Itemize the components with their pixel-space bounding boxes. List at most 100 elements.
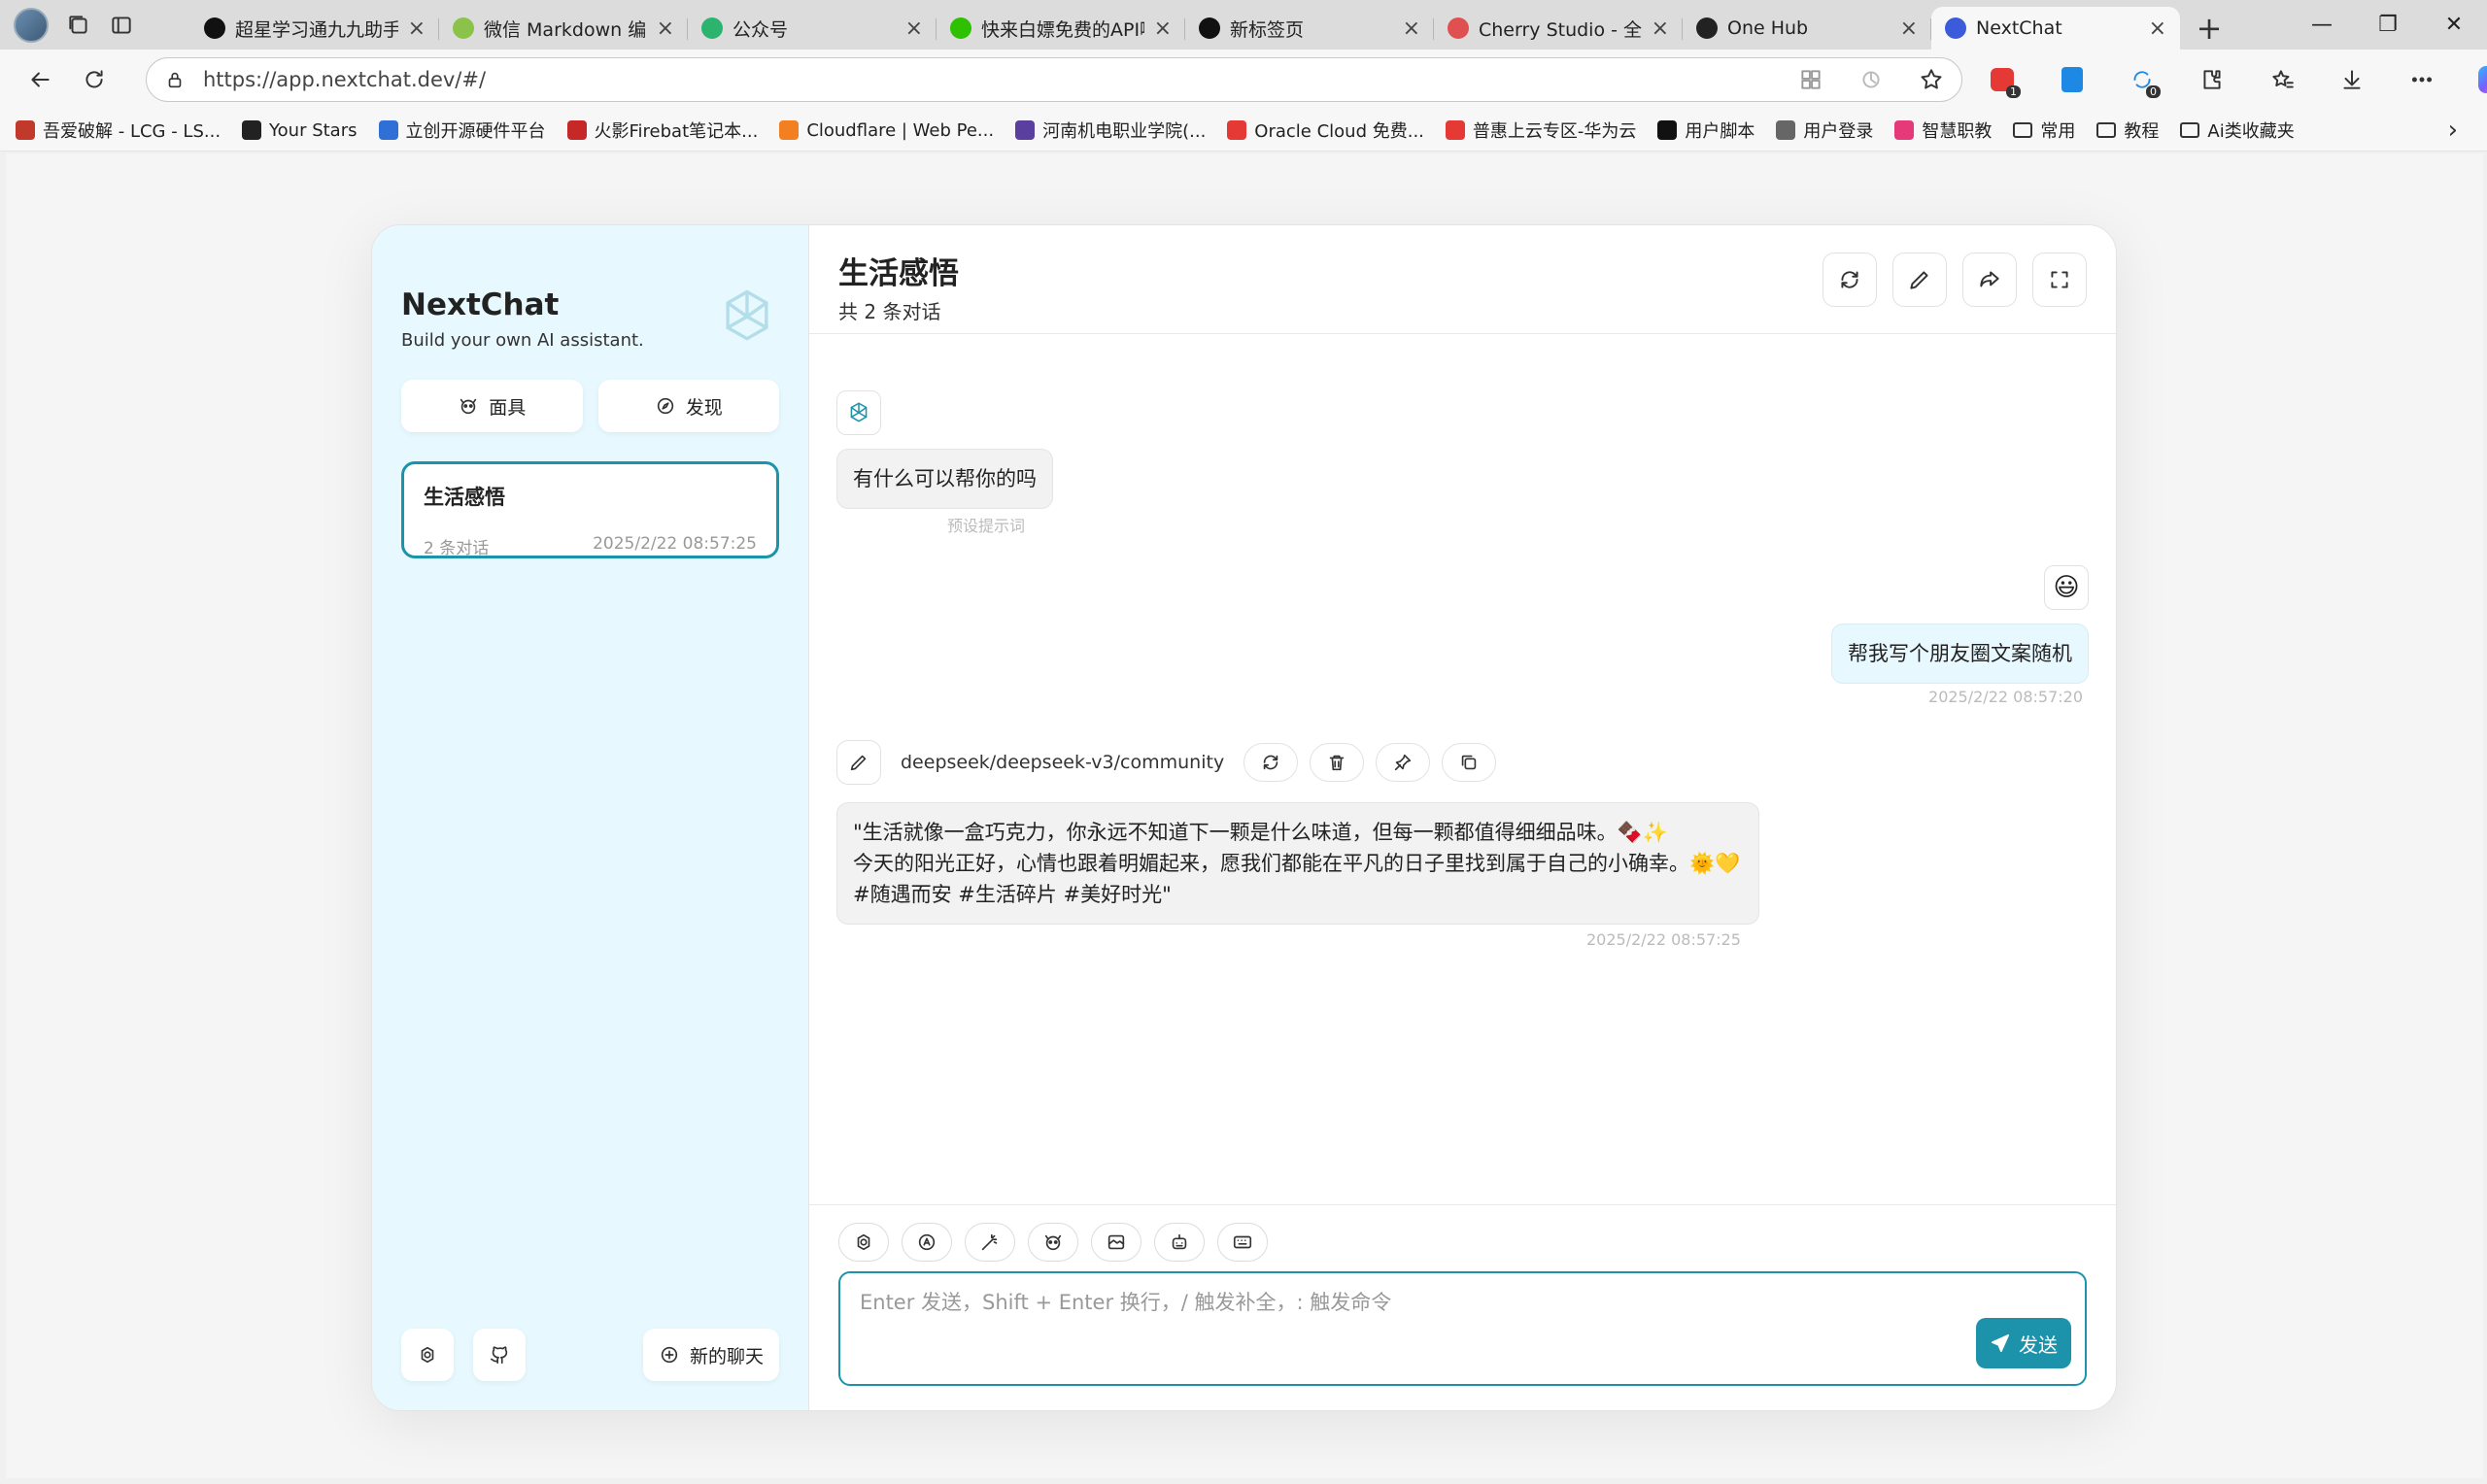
- chat-settings-button[interactable]: [838, 1223, 889, 1262]
- bookmark-label: 立创开源硬件平台: [405, 121, 546, 142]
- chat-item-count: 2 条对话: [424, 539, 490, 558]
- new-chat-button[interactable]: 新的聊天: [642, 1329, 779, 1381]
- tab-close-icon[interactable]: ×: [2149, 17, 2166, 41]
- bookmark-item[interactable]: 常用: [2013, 118, 2075, 143]
- pin-button[interactable]: [1376, 743, 1431, 782]
- bookmark-item[interactable]: Your Stars: [242, 119, 358, 141]
- close-window-button[interactable]: ✕: [2421, 0, 2487, 50]
- favorite-star-icon[interactable]: [1919, 67, 1944, 92]
- vertical-tabs-icon[interactable]: [109, 13, 134, 38]
- settings-gear-icon: [857, 1233, 870, 1251]
- trash-icon: [1329, 755, 1345, 771]
- bookmark-item[interactable]: 用户脚本: [1657, 118, 1755, 143]
- shortcut-button[interactable]: [1217, 1223, 1268, 1262]
- browser-tab[interactable]: 超星学习通九九助手 ×: [190, 7, 439, 50]
- browser-toolbar: https://app.nextchat.dev/#/ 1 0: [0, 50, 2487, 110]
- bookmark-item[interactable]: 立创开源硬件平台: [378, 118, 546, 143]
- minimize-button[interactable]: —: [2289, 0, 2355, 50]
- model-select-button[interactable]: [1154, 1223, 1205, 1262]
- github-button[interactable]: [473, 1329, 526, 1381]
- bookmark-item[interactable]: 普惠上云专区-华为云: [1445, 118, 1636, 143]
- browser-tab[interactable]: 快来白嫖免费的API啊 ×: [937, 7, 1185, 50]
- settings-more-icon[interactable]: [2402, 59, 2442, 100]
- reload-button[interactable]: [70, 55, 119, 104]
- chat-list-item[interactable]: 生活感悟 2 条对话 2025/2/22 08:57:25: [401, 461, 779, 558]
- extension-red-icon[interactable]: 1: [1982, 59, 2023, 100]
- message-list: 有什么可以帮你的吗 预设提示词 😃 帮我写个朋友圈文案随机 2025/2/22 …: [809, 334, 2116, 1208]
- copy-button[interactable]: [1442, 743, 1497, 782]
- prompt-button[interactable]: [965, 1223, 1015, 1262]
- retry-button[interactable]: [1244, 743, 1299, 782]
- robot-icon: [1172, 1233, 1187, 1250]
- back-button[interactable]: [16, 55, 64, 104]
- bookmark-label: Your Stars: [269, 119, 358, 141]
- bookmark-label: Cloudflare | Web Pe...: [806, 119, 995, 141]
- favorites-icon[interactable]: [2262, 59, 2302, 100]
- profile-avatar[interactable]: [14, 7, 49, 43]
- bookmark-item[interactable]: Oracle Cloud 免费...: [1227, 118, 1424, 143]
- browser-tab[interactable]: One Hub ×: [1683, 7, 1931, 50]
- folder-icon: [2013, 122, 2033, 138]
- browser-tab[interactable]: 新标签页 ×: [1185, 7, 1434, 50]
- browser-tab[interactable]: 公众号 ×: [688, 7, 937, 50]
- tab-close-icon[interactable]: ×: [408, 17, 426, 41]
- bookmark-favicon-icon: [16, 120, 35, 140]
- url-text: https://app.nextchat.dev/#/: [203, 68, 487, 91]
- folder-icon: [2096, 122, 2117, 138]
- tab-close-icon[interactable]: ×: [905, 17, 923, 41]
- browser-tab[interactable]: 微信 Markdown 编辑 ×: [439, 7, 688, 50]
- fullscreen-button[interactable]: [2032, 253, 2087, 307]
- extensions-puzzle-icon[interactable]: [2192, 59, 2232, 100]
- edit-chat-button[interactable]: [1892, 253, 1947, 307]
- share-button[interactable]: [1962, 253, 2017, 307]
- bookmark-item[interactable]: Cloudflare | Web Pe...: [779, 120, 994, 141]
- bookmark-item[interactable]: 吾爱破解 - LCG - LS...: [16, 118, 221, 143]
- tab-close-icon[interactable]: ×: [657, 17, 674, 41]
- extension-sync-icon[interactable]: 0: [2122, 59, 2163, 100]
- downloads-icon[interactable]: [2332, 59, 2372, 100]
- workspaces-icon[interactable]: [66, 13, 91, 38]
- bookmark-item[interactable]: 河南机电职业学院(...: [1015, 118, 1206, 143]
- clear-context-button[interactable]: [1091, 1223, 1141, 1262]
- browser-tab[interactable]: Cherry Studio - 全能 ×: [1434, 7, 1683, 50]
- tab-close-icon[interactable]: ×: [1900, 17, 1918, 41]
- tab-close-icon[interactable]: ×: [1652, 17, 1669, 41]
- read-aloud-icon[interactable]: [1858, 67, 1884, 92]
- extensions-row: 1 0: [1982, 57, 2487, 102]
- edit-message-button[interactable]: [836, 740, 881, 785]
- openai-logo-icon: [726, 289, 768, 341]
- bookmark-item[interactable]: 教程: [2096, 118, 2159, 143]
- send-button[interactable]: 发送: [1976, 1318, 2071, 1368]
- maximize-icon: [2051, 271, 2068, 288]
- bookmarks-more-chevron-icon[interactable]: ›: [2448, 116, 2458, 145]
- copilot-icon[interactable]: [2471, 59, 2487, 100]
- app-available-icon[interactable]: [1798, 67, 1823, 92]
- bookmark-item[interactable]: 智慧职教: [1894, 118, 1992, 143]
- mask-label: 面具: [489, 396, 527, 419]
- chat-input[interactable]: Enter 发送，Shift + Enter 换行，/ 触发补全，: 触发命令 …: [838, 1271, 2087, 1386]
- new-tab-button[interactable]: +: [2180, 7, 2238, 50]
- discover-button[interactable]: 发现: [597, 380, 779, 432]
- bookmark-item[interactable]: 用户登录: [1776, 118, 1873, 143]
- reply-time: 2025/2/22 08:57:25: [1586, 930, 1741, 949]
- browser-tab[interactable]: NextChat ×: [1931, 7, 2180, 50]
- address-bar[interactable]: https://app.nextchat.dev/#/: [146, 57, 1962, 102]
- delete-button[interactable]: [1310, 743, 1365, 782]
- tabstrip-left: [0, 0, 190, 50]
- extension-blue-icon[interactable]: [2052, 59, 2093, 100]
- refresh-title-button[interactable]: [1823, 253, 1877, 307]
- bookmark-item[interactable]: Ai类收藏夹: [2180, 118, 2295, 143]
- lock-icon[interactable]: [164, 69, 186, 90]
- mask-icon: [458, 395, 479, 417]
- restore-button[interactable]: ❐: [2355, 0, 2421, 50]
- add-circle-icon: [659, 1344, 680, 1366]
- tab-close-icon[interactable]: ×: [1154, 17, 1172, 41]
- bookmark-favicon-icon: [242, 120, 262, 140]
- tab-close-icon[interactable]: ×: [1403, 17, 1420, 41]
- bookmark-item[interactable]: 火影Firebat笔记本...: [566, 118, 758, 143]
- theme-button[interactable]: [902, 1223, 952, 1262]
- settings-button[interactable]: [401, 1329, 454, 1381]
- share-icon: [1980, 271, 1999, 287]
- mask-chip-button[interactable]: [1028, 1223, 1078, 1262]
- mask-button[interactable]: 面具: [401, 380, 583, 432]
